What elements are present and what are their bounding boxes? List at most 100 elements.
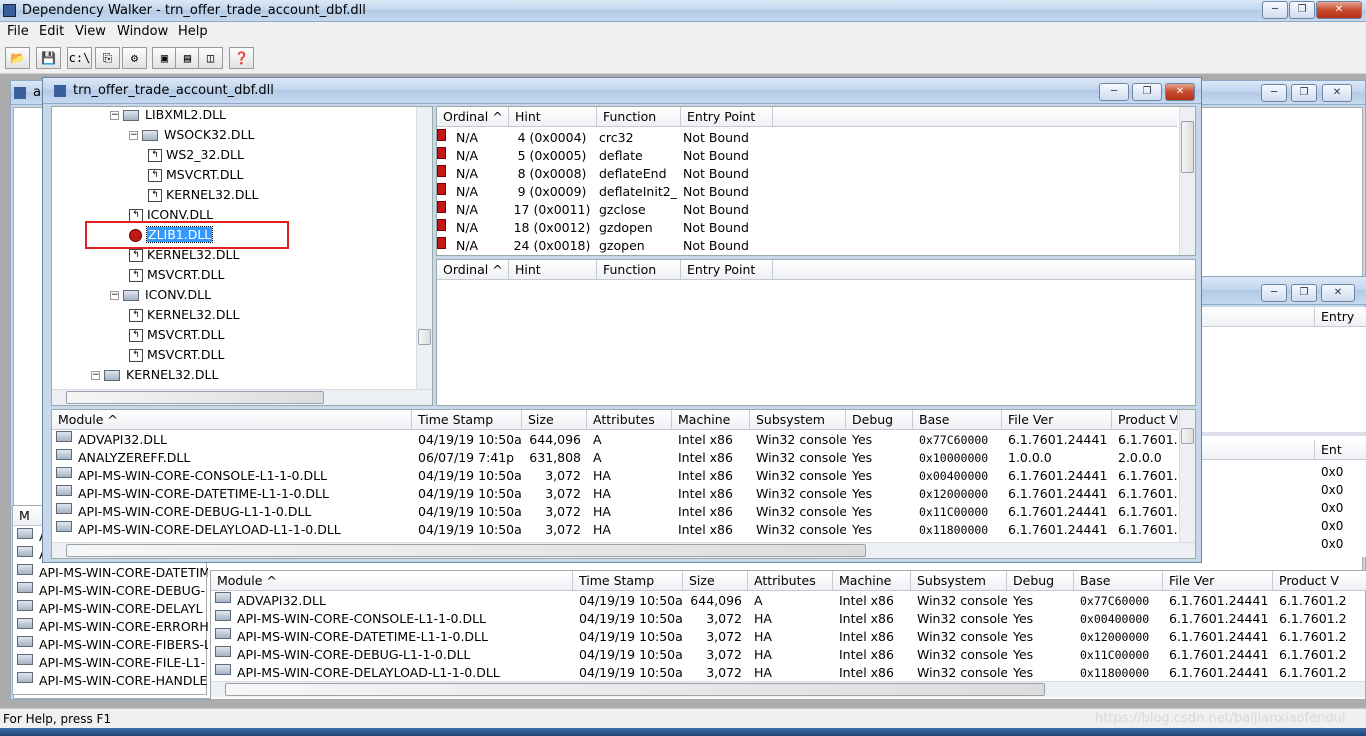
tree-node[interactable]: ↰ MSVCRT.DLL: [129, 265, 224, 285]
tile-horizontal-icon[interactable]: ▤: [175, 47, 200, 69]
col-productver[interactable]: Product V: [1112, 410, 1178, 429]
list-item[interactable]: API-MS-WIN-CORE-DELAYL: [13, 600, 208, 618]
list-item[interactable]: API-MS-WIN-CORE-DEBUG-: [13, 582, 208, 600]
scroll-thumb[interactable]: [66, 391, 324, 404]
bg-minimize-button[interactable]: ─: [1261, 84, 1287, 102]
tile-vertical-icon[interactable]: ◫: [198, 47, 223, 69]
table-row[interactable]: N/A 5 (0x0005) deflate Not Bound: [437, 147, 1177, 165]
tree-node[interactable]: ↰ MSVCRT.DLL: [148, 165, 243, 185]
right-entry-col[interactable]: Entry: [1315, 307, 1366, 326]
tree-node[interactable]: ↰ WS2_32.DLL: [148, 145, 244, 165]
col-function-exp[interactable]: Function: [597, 260, 681, 279]
tree-node[interactable]: − LIBXML2.DLL: [110, 105, 226, 125]
scroll-thumb[interactable]: [418, 329, 431, 345]
col-filever[interactable]: File Ver: [1163, 571, 1273, 590]
imports-vscroll[interactable]: [1179, 107, 1195, 255]
table-row[interactable]: N/A 17 (0x0011) gzclose Not Bound: [437, 201, 1177, 219]
col-size[interactable]: Size: [522, 410, 587, 429]
col-subsystem[interactable]: Subsystem: [911, 571, 1007, 590]
path-button[interactable]: c:\: [67, 47, 92, 69]
maximize-button[interactable]: ❐: [1289, 1, 1315, 19]
table-row[interactable]: API-MS-WIN-CORE-DELAYLOAD-L1-1-0.DLL 04/1…: [211, 664, 1366, 682]
col-timestamp[interactable]: Time Stamp: [573, 571, 683, 590]
table-row[interactable]: API-MS-WIN-CORE-DEBUG-L1-1-0.DLL 04/19/19…: [211, 646, 1366, 664]
table-row[interactable]: ADVAPI32.DLL 04/19/19 10:50a 644,096 A Intel…: [211, 592, 1366, 610]
col-hint[interactable]: Hint: [509, 107, 597, 126]
tree-node[interactable]: − ICONV.DLL: [110, 285, 211, 305]
col-base[interactable]: Base: [913, 410, 1002, 429]
cascade-icon[interactable]: ▣: [152, 47, 177, 69]
scroll-thumb[interactable]: [225, 683, 1045, 696]
col-productver[interactable]: Product V: [1273, 571, 1366, 590]
col-attributes[interactable]: Attributes: [587, 410, 672, 429]
bg-maximize-button[interactable]: ❐: [1291, 84, 1317, 102]
save-icon[interactable]: 💾: [36, 47, 61, 69]
scroll-thumb[interactable]: [1181, 428, 1194, 444]
col-debug[interactable]: Debug: [1007, 571, 1074, 590]
tree-node[interactable]: ↰ MSVCRT.DLL: [129, 345, 224, 365]
table-row[interactable]: API-MS-WIN-CORE-CONSOLE-L1-1-0.DLL 04/19/…: [211, 610, 1366, 628]
close-button[interactable]: ✕: [1316, 1, 1362, 19]
table-row[interactable]: N/A 18 (0x0012) gzdopen Not Bound: [437, 219, 1177, 237]
col-function[interactable]: Function: [597, 107, 681, 126]
child-maximize-button[interactable]: ❐: [1132, 83, 1162, 101]
module-vscroll[interactable]: [1179, 410, 1195, 542]
collapse-icon[interactable]: −: [91, 371, 100, 380]
menu-window[interactable]: Window: [117, 24, 168, 39]
table-row[interactable]: API-MS-WIN-CORE-DATETIME-L1-1-0.DLL 04/19…: [52, 485, 1178, 503]
table-row[interactable]: API-MS-WIN-CORE-DELAYLOAD-L1-1-0.DLL 04/1…: [52, 521, 1178, 539]
table-row[interactable]: N/A 24 (0x0018) gzopen Not Bound: [437, 237, 1177, 255]
menu-view[interactable]: View: [75, 24, 106, 39]
open-icon[interactable]: 📂: [5, 47, 30, 69]
menu-edit[interactable]: Edit: [39, 24, 64, 39]
col-machine[interactable]: Machine: [833, 571, 911, 590]
right-close-button[interactable]: ✕: [1321, 284, 1355, 302]
col-module[interactable]: Module ^: [52, 410, 412, 429]
child-minimize-button[interactable]: ─: [1099, 83, 1129, 101]
child-close-button[interactable]: ✕: [1165, 83, 1195, 101]
list-item[interactable]: API-MS-WIN-CORE-FILE-L1-: [13, 654, 208, 672]
minimize-button[interactable]: ─: [1262, 1, 1288, 19]
col-base[interactable]: Base: [1074, 571, 1163, 590]
tree-node[interactable]: ↰ KERNEL32.DLL: [129, 305, 239, 325]
table-row[interactable]: API-MS-WIN-CORE-CONSOLE-L1-1-0.DLL 04/19/…: [52, 467, 1178, 485]
lower-hscroll[interactable]: [211, 681, 1365, 697]
collapse-icon[interactable]: −: [110, 111, 119, 120]
tree-node[interactable]: − KERNEL32.DLL: [91, 365, 218, 385]
col-timestamp[interactable]: Time Stamp: [412, 410, 522, 429]
menu-help[interactable]: Help: [178, 24, 208, 39]
table-row[interactable]: N/A 9 (0x0009) deflateInit2_ Not Bound: [437, 183, 1177, 201]
list-item[interactable]: API-MS-WIN-CORE-FIBERS-L: [13, 636, 208, 654]
col-ordinal[interactable]: Ordinal ^: [437, 107, 509, 126]
list-item[interactable]: API-MS-WIN-CORE-HANDLE: [13, 672, 208, 690]
col-entry-point-exp[interactable]: Entry Point: [681, 260, 773, 279]
collapse-icon[interactable]: −: [110, 291, 119, 300]
col-machine[interactable]: Machine: [672, 410, 750, 429]
col-entry-point[interactable]: Entry Point: [681, 107, 773, 126]
right-maximize-button[interactable]: ❐: [1291, 284, 1317, 302]
col-debug[interactable]: Debug: [846, 410, 913, 429]
table-row[interactable]: ANALYZEREFF.DLL 06/07/19 7:41p 631,808 A Int…: [52, 449, 1178, 467]
col-ordinal-exp[interactable]: Ordinal ^: [437, 260, 509, 279]
copy-icon[interactable]: ⎘: [95, 47, 120, 69]
table-row[interactable]: ADVAPI32.DLL 04/19/19 10:50a 644,096 A Intel…: [52, 431, 1178, 449]
tree-hscroll[interactable]: [52, 389, 432, 405]
col-attributes[interactable]: Attributes: [748, 571, 833, 590]
scroll-thumb[interactable]: [1181, 121, 1194, 173]
col-hint-exp[interactable]: Hint: [509, 260, 597, 279]
table-row[interactable]: N/A 8 (0x0008) deflateEnd Not Bound: [437, 165, 1177, 183]
right-minimize-button[interactable]: ─: [1261, 284, 1287, 302]
right-ent-col[interactable]: Ent: [1315, 440, 1366, 459]
tree-node[interactable]: ↰ KERNEL32.DLL: [148, 185, 258, 205]
config-icon[interactable]: ⚙: [122, 47, 147, 69]
col-filever[interactable]: File Ver: [1002, 410, 1112, 429]
bg-close-button[interactable]: ✕: [1322, 84, 1352, 102]
scroll-thumb[interactable]: [66, 544, 866, 557]
tree-node[interactable]: − WSOCK32.DLL: [129, 125, 255, 145]
table-row[interactable]: N/A 4 (0x0004) crc32 Not Bound: [437, 129, 1177, 147]
tree-node[interactable]: ↰ MSVCRT.DLL: [129, 325, 224, 345]
col-size[interactable]: Size: [683, 571, 748, 590]
col-subsystem[interactable]: Subsystem: [750, 410, 846, 429]
help-icon[interactable]: ❓: [229, 47, 254, 69]
table-row[interactable]: API-MS-WIN-CORE-DATETIME-L1-1-0.DLL 04/19…: [211, 628, 1366, 646]
